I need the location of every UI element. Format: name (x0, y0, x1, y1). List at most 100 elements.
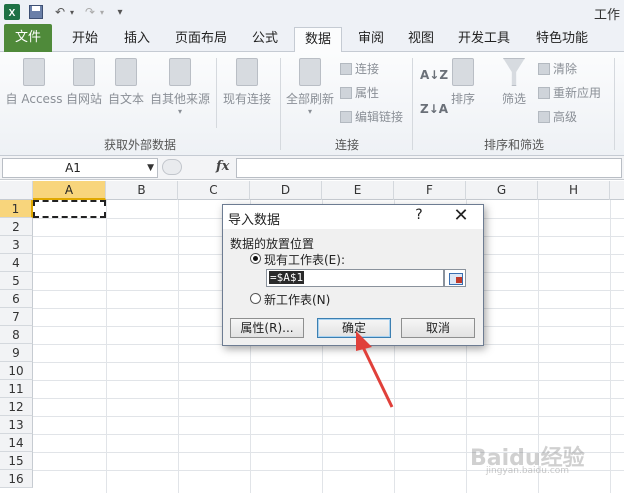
connections-label: 连接 (355, 62, 380, 76)
row-header[interactable]: 2 (0, 218, 33, 236)
group-separator (412, 58, 413, 150)
from-web-label: 自网站 (65, 92, 102, 106)
row-header[interactable]: 13 (0, 416, 33, 434)
annotation-arrow-icon (356, 331, 394, 408)
column-header[interactable]: D (250, 181, 322, 200)
row-header[interactable]: 7 (0, 308, 33, 326)
from-other-sources-button[interactable]: 自其他来源 ▾ (148, 58, 212, 116)
ribbon: 自 Access 自网站 自文本 自其他来源 ▾ 现有连接 获取外部数据 全部刷… (0, 52, 624, 156)
column-header[interactable]: E (322, 181, 394, 200)
filter-button[interactable]: 筛选 (496, 58, 532, 107)
tab-review[interactable]: 审阅 (350, 27, 392, 52)
group-separator (614, 58, 615, 150)
formula-bar-splitter-icon[interactable] (162, 159, 182, 175)
chevron-down-icon: ▾ (307, 107, 312, 116)
edit-links-button[interactable]: 编辑链接 (340, 108, 403, 126)
clear-button[interactable]: 清除 (538, 60, 577, 78)
dialog-title-bar[interactable]: 导入数据 ? ✕ (223, 205, 483, 229)
select-all-corner[interactable] (0, 181, 33, 200)
column-header[interactable]: H (538, 181, 610, 200)
row-header[interactable]: 14 (0, 434, 33, 452)
selected-cell-a1[interactable] (33, 200, 106, 218)
help-icon[interactable]: ? (409, 207, 429, 223)
name-box-value: A1 (65, 161, 81, 175)
group-label-get-external-data: 获取外部数据 (103, 138, 176, 152)
gridline (33, 362, 624, 363)
row-header[interactable]: 4 (0, 254, 33, 272)
close-icon[interactable]: ✕ (449, 205, 473, 227)
gridline (178, 200, 179, 493)
tab-insert[interactable]: 插入 (116, 27, 158, 52)
column-header[interactable]: F (394, 181, 466, 200)
cancel-button[interactable]: 取消 (401, 318, 475, 338)
separator (216, 58, 217, 128)
from-text-button[interactable]: 自文本 (106, 58, 146, 107)
row-header[interactable]: 16 (0, 470, 33, 488)
group-separator (280, 58, 281, 150)
collapse-dialog-icon[interactable] (444, 269, 466, 287)
formula-input[interactable] (236, 158, 622, 178)
tab-page-layout[interactable]: 页面布局 (170, 27, 232, 52)
existing-connections-button[interactable]: 现有连接 (220, 58, 274, 107)
reapply-button[interactable]: 重新应用 (538, 84, 601, 102)
tab-home[interactable]: 开始 (64, 27, 106, 52)
column-header[interactable]: C (178, 181, 250, 200)
excel-logo-icon[interactable]: X (4, 3, 20, 21)
sort-button[interactable]: 排序 (446, 58, 480, 107)
undo-dropdown-icon[interactable]: ▾ (68, 3, 76, 21)
existing-sheet-radio[interactable] (250, 253, 261, 264)
formula-bar: A1 ▼ fx (0, 156, 624, 180)
customize-qat-icon[interactable]: ▾ (114, 3, 126, 21)
redo-dropdown-icon[interactable]: ▾ (98, 3, 106, 21)
new-sheet-label[interactable]: 新工作表(N) (264, 291, 330, 308)
existing-connections-label: 现有连接 (222, 92, 271, 106)
existing-sheet-label[interactable]: 现有工作表(E): (264, 251, 345, 268)
group-label-sort-filter: 排序和筛选 (483, 138, 544, 152)
name-box[interactable]: A1 ▼ (2, 158, 158, 178)
properties-button[interactable]: 属性 (340, 84, 379, 102)
connections-button[interactable]: 连接 (340, 60, 379, 78)
properties-button[interactable]: 属性(R)... (230, 318, 304, 338)
new-sheet-radio[interactable] (250, 293, 261, 304)
row-header[interactable]: 11 (0, 380, 33, 398)
tab-view[interactable]: 视图 (400, 27, 442, 52)
reapply-icon (538, 87, 550, 99)
advanced-button[interactable]: 高级 (538, 108, 577, 126)
from-web-button[interactable]: 自网站 (64, 58, 104, 107)
row-header[interactable]: 8 (0, 326, 33, 344)
row-header[interactable]: 9 (0, 344, 33, 362)
title-bar: X ↶ ▾ ↷ ▾ ▾ 工作 (0, 0, 624, 24)
dialog-title: 导入数据 (228, 213, 281, 228)
row-header[interactable]: 5 (0, 272, 33, 290)
gridline (33, 398, 624, 399)
from-access-button[interactable]: 自 Access (2, 58, 66, 107)
tab-data[interactable]: 数据 (294, 27, 342, 53)
tab-file[interactable]: 文件 (4, 24, 52, 52)
sort-ascending-button[interactable]: A↓Z (420, 66, 448, 84)
row-header[interactable]: 6 (0, 290, 33, 308)
column-header[interactable]: B (106, 181, 178, 200)
clear-filter-icon (538, 63, 550, 75)
row-header[interactable]: 3 (0, 236, 33, 254)
refresh-all-button[interactable]: 全部刷新 ▾ (284, 58, 336, 116)
existing-connections-icon (236, 58, 258, 86)
row-header[interactable]: 1 (0, 200, 33, 218)
redo-icon[interactable]: ↷ (80, 3, 100, 21)
cell-reference-input[interactable]: =$A$1 (266, 269, 444, 287)
tab-formulas[interactable]: 公式 (244, 27, 286, 52)
row-header[interactable]: 15 (0, 452, 33, 470)
column-header[interactable]: G (466, 181, 538, 200)
tab-developer[interactable]: 开发工具 (452, 27, 516, 52)
save-icon[interactable] (28, 3, 44, 21)
advanced-label: 高级 (553, 110, 578, 124)
row-header[interactable]: 12 (0, 398, 33, 416)
column-header[interactable]: A (33, 181, 106, 200)
insert-function-icon[interactable]: fx (216, 159, 229, 174)
filter-label: 筛选 (501, 92, 526, 106)
row-header[interactable]: 10 (0, 362, 33, 380)
undo-icon[interactable]: ↶ (50, 3, 70, 21)
chevron-down-icon[interactable]: ▼ (147, 159, 154, 177)
sort-descending-button[interactable]: Z↓A (420, 100, 448, 118)
tab-special[interactable]: 特色功能 (528, 27, 596, 52)
from-access-label: 自 Access (5, 92, 63, 106)
